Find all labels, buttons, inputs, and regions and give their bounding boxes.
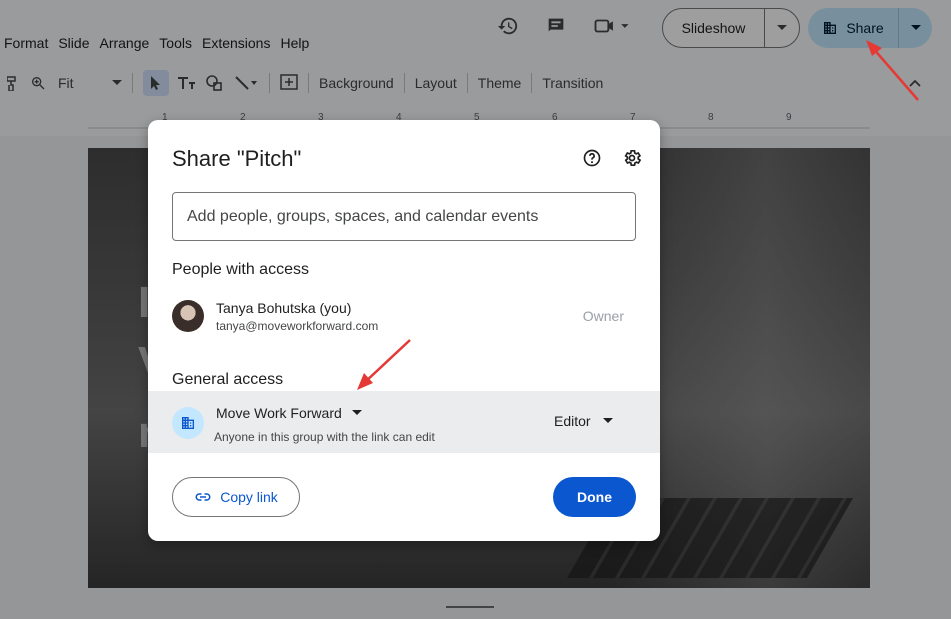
- add-people-input[interactable]: [172, 192, 636, 241]
- chevron-down-icon: [351, 410, 362, 415]
- general-access-role-select[interactable]: Editor: [554, 413, 613, 429]
- link-icon: [195, 493, 211, 501]
- done-button[interactable]: Done: [553, 477, 636, 517]
- general-access-row: Move Work Forward Anyone in this group w…: [148, 391, 660, 453]
- person-row: Tanya Bohutska (you) tanya@moveworkforwa…: [172, 300, 636, 333]
- person-role: Owner: [582, 308, 624, 324]
- settings-gear-icon[interactable]: [620, 146, 644, 170]
- copy-link-label: Copy link: [220, 489, 278, 505]
- general-access-role: Editor: [554, 413, 591, 429]
- dialog-title: Share "Pitch": [172, 146, 302, 171]
- general-access-group-select[interactable]: Move Work Forward: [216, 405, 362, 421]
- chevron-down-icon: [602, 418, 613, 423]
- share-dialog: Share "Pitch" People with access Tanya B…: [148, 120, 660, 541]
- copy-link-button[interactable]: Copy link: [172, 477, 300, 517]
- general-access-group: Move Work Forward: [216, 405, 342, 421]
- general-access-title: General access: [172, 371, 284, 388]
- avatar: [172, 300, 204, 332]
- speaker-notes-handle[interactable]: [446, 606, 494, 608]
- help-icon[interactable]: [580, 146, 604, 170]
- general-access-description: Anyone in this group with the link can e…: [214, 430, 435, 444]
- people-with-access-title: People with access: [172, 261, 309, 278]
- person-name: Tanya Bohutska (you): [216, 300, 352, 316]
- person-email: tanya@moveworkforward.com: [216, 319, 379, 333]
- building-icon: [172, 407, 204, 439]
